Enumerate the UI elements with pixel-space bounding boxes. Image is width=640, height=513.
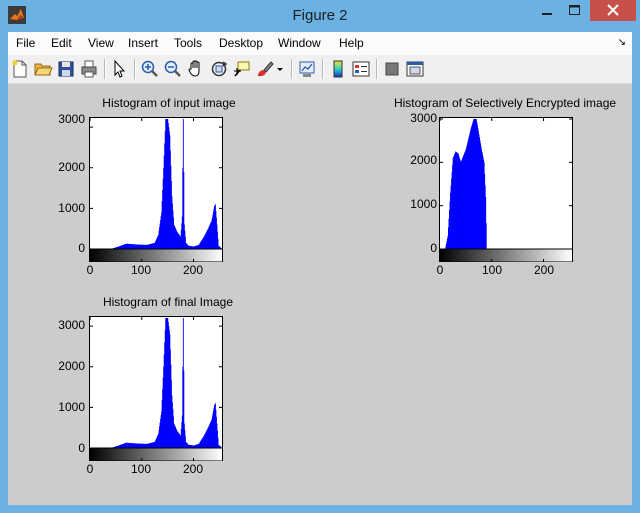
grayscale-strip [439, 248, 573, 262]
rotate-3d-icon[interactable] [209, 59, 229, 79]
axes-1-plot[interactable] [89, 117, 223, 262]
axes-1-xtick: 0 [86, 263, 94, 277]
legend-icon[interactable] [351, 59, 371, 79]
menu-insert[interactable]: Insert [128, 36, 158, 50]
grayscale-strip [89, 248, 223, 262]
figure-canvas: Histogram of input image 3000 2000 1000 … [8, 84, 632, 505]
data-cursor-icon[interactable] [232, 59, 252, 79]
link-plot-icon[interactable] [297, 59, 317, 79]
toolbar-separator [134, 59, 136, 79]
axes-2-plot[interactable] [439, 117, 573, 262]
grayscale-strip [89, 447, 223, 461]
save-icon[interactable] [56, 59, 76, 79]
toolbar-separator [376, 59, 378, 79]
axes-3-xtick: 200 [182, 462, 204, 476]
toolbar-separator [322, 59, 324, 79]
zoom-in-icon[interactable] [140, 59, 160, 79]
toolbar-separator [104, 59, 106, 79]
axes-2-title: Histogram of Selectively Encrypted image [393, 96, 617, 110]
axes-1-xtick: 200 [182, 263, 204, 277]
menu-desktop[interactable]: Desktop [219, 36, 263, 50]
plot-background [89, 117, 223, 250]
axes-3-title: Histogram of final Image [102, 295, 234, 309]
open-file-icon[interactable] [33, 59, 53, 79]
maximize-button[interactable] [561, 0, 588, 21]
axes-2-ytick: 3000 [410, 111, 437, 125]
figure-window: Figure 2 File Edit View Insert Tools Des… [0, 0, 640, 513]
menu-window[interactable]: Window [278, 36, 321, 50]
menu-bar: File Edit View Insert Tools Desktop Wind… [8, 32, 632, 55]
title-bar[interactable]: Figure 2 [0, 0, 640, 32]
axes-3-xtick: 100 [130, 462, 152, 476]
maximize-icon [569, 5, 580, 15]
menu-file[interactable]: File [16, 36, 35, 50]
axes-1-ytick: 2000 [58, 160, 85, 174]
hide-plot-tools-icon[interactable] [382, 59, 402, 79]
axes-2-ytick: 1000 [410, 197, 437, 211]
axes-3-ytick: 3000 [58, 318, 85, 332]
axes-3-ytick: 0 [78, 441, 85, 455]
axes-2-xtick: 0 [436, 263, 444, 277]
axes-3-plot[interactable] [89, 316, 223, 461]
axes-1-ytick: 1000 [58, 201, 85, 215]
brush-icon[interactable] [255, 59, 275, 79]
minimize-button[interactable] [533, 0, 561, 21]
menu-edit[interactable]: Edit [51, 36, 72, 50]
print-icon[interactable] [79, 59, 99, 79]
menu-tools[interactable]: Tools [174, 36, 202, 50]
plot-background [89, 316, 223, 449]
colorbar-icon[interactable] [328, 59, 348, 79]
axes-3-ytick: 1000 [58, 400, 85, 414]
brush-dropdown-icon[interactable] [275, 59, 285, 79]
close-button[interactable] [590, 0, 636, 21]
histogram-bar [485, 223, 487, 249]
show-plot-tools-icon[interactable] [405, 59, 425, 79]
axes-1-xtick: 100 [130, 263, 152, 277]
zoom-out-icon[interactable] [163, 59, 183, 79]
axes-1-ytick: 3000 [58, 112, 85, 126]
minimize-icon [542, 13, 552, 15]
axes-2-xtick: 100 [481, 263, 503, 277]
pan-hand-icon[interactable] [186, 59, 206, 79]
axes-1-ytick: 0 [78, 241, 85, 255]
menu-view[interactable]: View [88, 36, 114, 50]
axes-3-xtick: 0 [86, 462, 94, 476]
axes-1-title: Histogram of input image [102, 96, 236, 110]
menu-help[interactable]: Help [339, 36, 364, 50]
dock-arrow-icon[interactable]: ↘ [618, 37, 626, 48]
new-figure-icon[interactable] [10, 59, 30, 79]
pointer-icon[interactable] [109, 59, 129, 79]
axes-2-ytick: 0 [430, 241, 437, 255]
toolbar-separator [291, 59, 293, 79]
axes-2-ytick: 2000 [410, 153, 437, 167]
figure-toolbar [8, 55, 632, 84]
axes-3-ytick: 2000 [58, 359, 85, 373]
close-icon [607, 4, 619, 16]
axes-2-xtick: 200 [533, 263, 555, 277]
